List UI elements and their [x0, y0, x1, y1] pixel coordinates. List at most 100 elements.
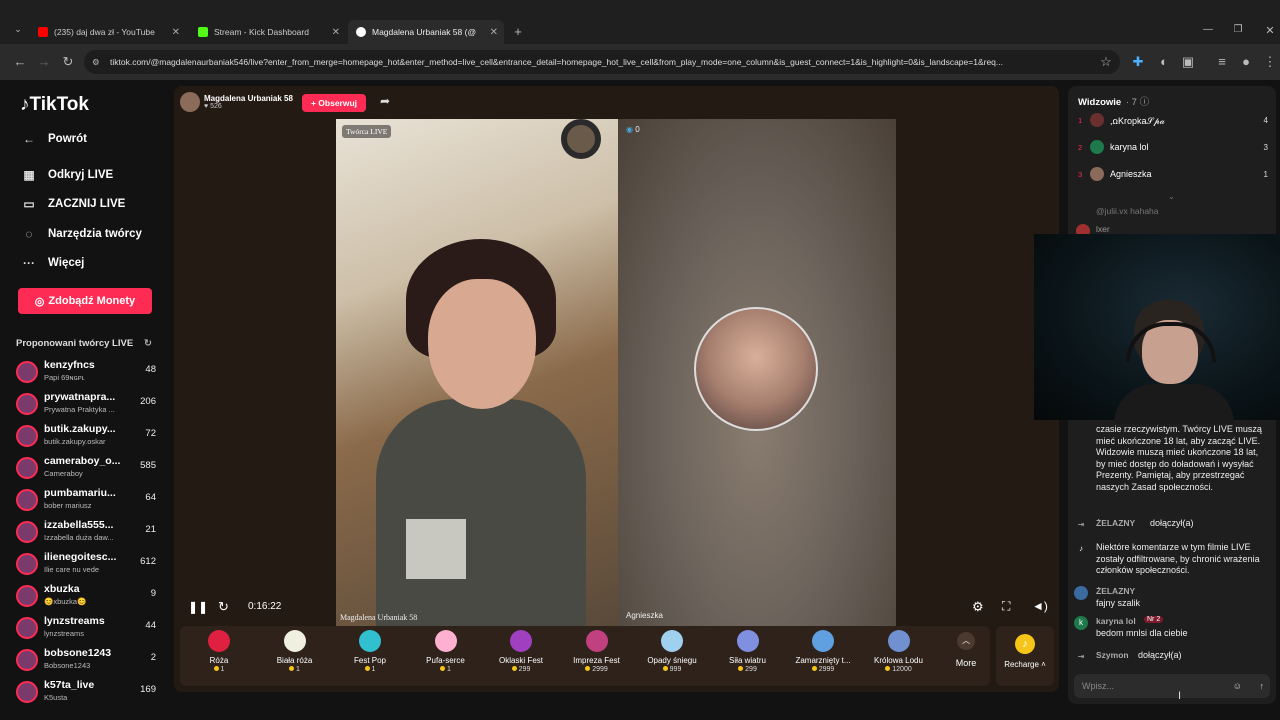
creator-avatar	[16, 585, 38, 607]
suggested-creator[interactable]: ilienegoitesc... Ilie care nu vede 612	[16, 551, 160, 581]
close-tab-icon[interactable]: ✕	[172, 27, 180, 38]
extensions-puzzle-icon[interactable]: ▣	[1180, 54, 1196, 70]
kick-icon	[198, 27, 208, 37]
chat-username[interactable]: ŻELAZNY	[1096, 518, 1135, 528]
address-bar-row: ← → ↻ ⚙ tiktok.com/@magdalenaurbaniak546…	[0, 44, 1280, 80]
media-icon[interactable]: ≡	[1214, 54, 1230, 69]
viewer-row[interactable]: 3 Agnieszka 1	[1078, 164, 1268, 184]
site-info-icon[interactable]: ⚙	[92, 50, 100, 74]
url-field[interactable]: ⚙ tiktok.com/@magdalenaurbaniak546/live?…	[84, 50, 1120, 74]
back-icon[interactable]: ←	[12, 54, 28, 69]
sidebar-item-start-live[interactable]: ▭ ZACZNIJ LIVE	[20, 197, 125, 211]
gift-item[interactable]: Królowa Lodu 12000	[864, 630, 934, 673]
gift-item[interactable]: Opady śniegu 999	[637, 630, 707, 673]
gift-name: Fest Pop	[353, 656, 386, 665]
chat-username[interactable]: ŻELAZNY	[1096, 586, 1135, 596]
viewer-rank: 2	[1078, 142, 1083, 152]
refresh-icon[interactable]: ↻	[144, 338, 152, 349]
suggested-creator[interactable]: xbuzka 😊xbuzka😊 9	[16, 583, 160, 613]
gift-item[interactable]: Fest Pop 1	[335, 630, 405, 673]
sidebar-item-creator-tools[interactable]: ◌ Narzędzia twórcy	[20, 227, 142, 241]
chat-username[interactable]: Szymon	[1096, 650, 1129, 660]
extension-icon-2[interactable]: ◐	[1156, 54, 1172, 69]
suggested-creator[interactable]: cameraboy_o... Cameraboy 585	[16, 455, 160, 485]
chat-avatar[interactable]	[1074, 586, 1088, 600]
close-tab-icon[interactable]: ✕	[332, 27, 340, 38]
follow-button[interactable]: + Obserwuj	[302, 94, 366, 112]
reload-icon[interactable]: ↻	[60, 54, 76, 70]
expand-viewers-icon[interactable]: ⌄	[1168, 192, 1175, 201]
forward-icon[interactable]: →	[36, 54, 52, 69]
back-link[interactable]: ← Powrót	[20, 132, 87, 146]
host-avatar[interactable]	[180, 92, 200, 112]
gift-item[interactable]: Biała róża 1	[260, 630, 330, 673]
gift-price: 999	[637, 666, 707, 673]
get-coins-button[interactable]: ◎ Zdobądź Monety	[18, 288, 152, 314]
maximize-icon[interactable]: ❐	[1230, 24, 1246, 35]
volume-icon[interactable]: ◄)	[1032, 599, 1048, 613]
host-info[interactable]: Magdalena Urbaniak 58 ♥ 526	[180, 92, 293, 112]
creator-subtitle: Cameraboy	[44, 469, 83, 478]
tab-kick[interactable]: Stream - Kick Dashboard ✕	[190, 20, 346, 44]
chat-avatar[interactable]: k	[1074, 616, 1088, 630]
suggested-creator[interactable]: pumbamariu... bober mariusz 64	[16, 487, 160, 517]
suggested-creator[interactable]: prywatnapra... Prywatna Praktyka ... 206	[16, 391, 160, 421]
viewer-name: Agnieszka	[1110, 169, 1152, 179]
gift-item[interactable]: Impreza Fest 2999	[562, 630, 632, 673]
menu-dots-icon[interactable]: ⋮	[1262, 54, 1278, 70]
chat-username[interactable]: karyna lol	[1096, 616, 1136, 626]
gift-item[interactable]: Róża 1	[184, 630, 254, 673]
creator-name: xbuzka	[44, 583, 80, 595]
suggested-creator[interactable]: k57ta_live K5usta 169	[16, 679, 160, 709]
text-cursor-icon: I	[1178, 690, 1182, 702]
tab-tiktok[interactable]: Magdalena Urbaniak 58 (@ ✕	[348, 20, 504, 44]
extension-icon[interactable]: ✚	[1130, 54, 1146, 70]
chat-text: dołączył(a)	[1138, 650, 1182, 660]
chat-input[interactable]: Wpisz... ☺ ↑	[1074, 674, 1270, 698]
host-name[interactable]: Magdalena Urbaniak 58	[204, 94, 293, 103]
suggested-creator[interactable]: butik.zakupy... butik.zakupy.oskar 72	[16, 423, 160, 453]
suggested-creator[interactable]: bobsone1243 Bobsone1243 2	[16, 647, 160, 677]
gift-item[interactable]: Siła wiatru 299	[713, 630, 783, 673]
creator-avatar	[16, 649, 38, 671]
info-icon[interactable]: ⓘ	[1140, 97, 1150, 108]
player-controls: ❚❚ ↻ 0:16:22 ⚙ ⛶ ◄)	[188, 599, 1050, 615]
recharge-button[interactable]: ♪ Recharge ˄	[996, 626, 1054, 686]
new-tab-icon[interactable]: +	[510, 24, 526, 39]
gift-item[interactable]: Oklaski Fest 299	[486, 630, 556, 673]
more-dots-icon: ···	[23, 256, 35, 270]
share-icon[interactable]: ➦	[380, 94, 390, 108]
gift-name: Opady śniegu	[647, 656, 697, 665]
tab-youtube[interactable]: (235) daj dwa zł - YouTube ✕	[30, 20, 186, 44]
suggested-creator[interactable]: izzabella555... Izzabella duża daw... 21	[16, 519, 160, 549]
more-gifts-button[interactable]: ︿ More	[946, 632, 986, 668]
more-label: More	[955, 658, 977, 668]
pause-icon[interactable]: ❚❚	[188, 600, 208, 614]
tiktok-logo[interactable]: ♪TikTok	[20, 94, 89, 116]
tab-search-icon[interactable]: ⌄	[10, 24, 26, 35]
video-player[interactable]: Twórca LIVE Magdalena Urbaniak 58 ◉ 0 Ag…	[336, 119, 896, 626]
emoji-icon[interactable]: ☺	[1233, 674, 1242, 698]
viewer-row[interactable]: 2 karyna lol 3	[1078, 137, 1268, 157]
chat-text: bedom mnlsi dla ciebie	[1096, 628, 1188, 638]
settings-icon[interactable]: ⚙	[972, 599, 984, 615]
minimize-icon[interactable]: —	[1200, 24, 1216, 35]
sidebar-item-discover-live[interactable]: ▦ Odkryj LIVE	[20, 168, 113, 182]
gift-name: Impreza Fest	[573, 656, 620, 665]
creator-avatar	[16, 457, 38, 479]
suggested-creator[interactable]: lynzstreams lynzstreams 44	[16, 615, 160, 645]
bookmark-star-icon[interactable]: ☆	[1098, 54, 1114, 70]
window-close-icon[interactable]: ✕	[1262, 24, 1278, 37]
gift-item[interactable]: Pufa-serce 1	[411, 630, 481, 673]
profile-icon[interactable]: ●	[1238, 54, 1254, 69]
viewer-row[interactable]: 1 ,ꭥKropka𝒮𝓅𝒶 4	[1078, 110, 1268, 130]
close-tab-icon[interactable]: ✕	[490, 27, 498, 38]
sidebar-item-more[interactable]: ··· Więcej	[20, 256, 84, 270]
gift-name: Zamarznięty t...	[795, 656, 851, 665]
gift-item[interactable]: Zamarznięty t... 2999	[788, 630, 858, 673]
fullscreen-icon[interactable]: ⛶	[1002, 599, 1010, 614]
live-stream-panel: Magdalena Urbaniak 58 ♥ 526 + Obserwuj ➦…	[174, 86, 1059, 692]
suggested-creator[interactable]: kenzyfncs Papi 69ɴɢᴘʟ 48	[16, 359, 160, 389]
refresh-stream-icon[interactable]: ↻	[218, 599, 229, 615]
send-icon[interactable]: ↑	[1260, 674, 1265, 698]
